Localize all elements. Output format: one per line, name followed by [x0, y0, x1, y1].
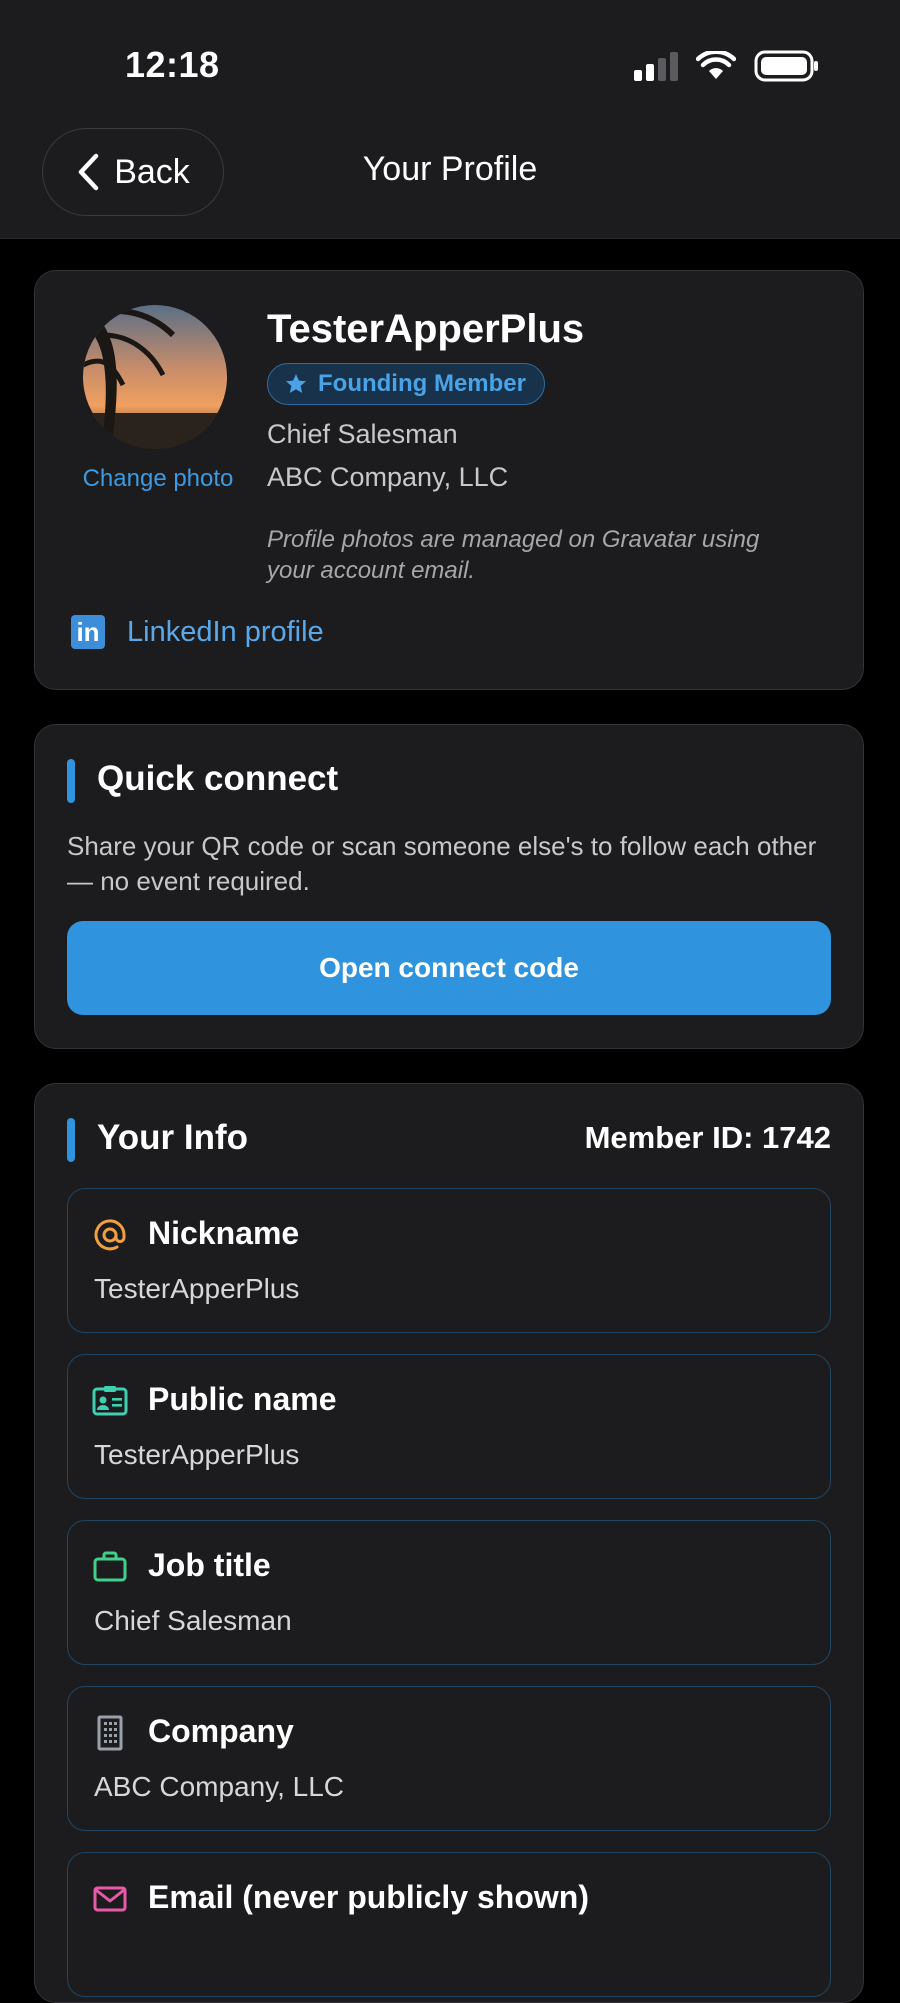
cellular-signal-icon [634, 51, 678, 81]
quick-connect-card: Quick connect Share your QR code or scan… [34, 724, 864, 1049]
building-icon [97, 1715, 123, 1751]
company-field[interactable]: Company ABC Company, LLC [67, 1686, 831, 1831]
linkedin-label: LinkedIn profile [127, 615, 324, 648]
field-label: Job title [148, 1547, 271, 1583]
field-label: Nickname [148, 1215, 300, 1251]
field-value: ABC Company, LLC [94, 1771, 345, 1802]
profile-username: TesterApperPlus [267, 307, 585, 351]
quick-connect-title: Quick connect [97, 759, 339, 798]
page-title: Your Profile [362, 150, 538, 188]
battery-icon [754, 50, 818, 82]
field-label: Email (never publicly shown) [148, 1879, 589, 1915]
field-label: Public name [148, 1381, 337, 1417]
founding-member-badge: Founding Member [267, 363, 545, 405]
email-field[interactable]: Email (never publicly shown) [67, 1852, 831, 1997]
profile-company: ABC Company, LLC [267, 462, 509, 492]
change-photo-link[interactable]: Change photo [65, 465, 251, 493]
star-icon [286, 374, 306, 393]
profile-card: Change photo TesterApperPlus Founding Me… [34, 270, 864, 690]
public-name-field[interactable]: Public name TesterApperPlus [67, 1354, 831, 1499]
avatar-photo [83, 305, 227, 449]
profile-job-title: Chief Salesman [267, 419, 458, 449]
top-header: 12:18 Back Your Profile [0, 0, 900, 239]
job-title-field[interactable]: Job title Chief Salesman [67, 1520, 831, 1665]
quick-connect-description: Share your QR code or scan someone else'… [67, 831, 817, 896]
field-value: TesterApperPlus [94, 1273, 300, 1304]
open-connect-code-button[interactable]: Open connect code [67, 921, 831, 1015]
at-icon [94, 1219, 126, 1251]
mail-icon [93, 1886, 127, 1912]
badge-label: Founding Member [318, 370, 526, 397]
avatar[interactable] [83, 305, 227, 449]
field-value: Chief Salesman [94, 1605, 292, 1636]
section-accent-bar [67, 759, 75, 803]
wifi-icon [696, 51, 736, 79]
id-card-icon [92, 1386, 128, 1416]
briefcase-icon [93, 1551, 127, 1582]
linkedin-icon: in [71, 615, 105, 649]
linkedin-profile-link[interactable]: in LinkedIn profile [71, 615, 324, 649]
status-time: 12:18 [125, 44, 220, 85]
field-label: Company [148, 1713, 294, 1749]
section-accent-bar [67, 1118, 75, 1162]
gravatar-note: Profile photos are managed on Gravatar u… [267, 526, 760, 584]
status-icons [634, 50, 820, 82]
your-info-title: Your Info [97, 1118, 248, 1157]
nickname-field[interactable]: Nickname TesterApperPlus [67, 1188, 831, 1333]
member-id: Member ID: 1742 [584, 1120, 831, 1155]
field-value: TesterApperPlus [94, 1439, 300, 1470]
your-info-card: Your Info Member ID: 1742 Nickname Teste… [34, 1083, 864, 2003]
